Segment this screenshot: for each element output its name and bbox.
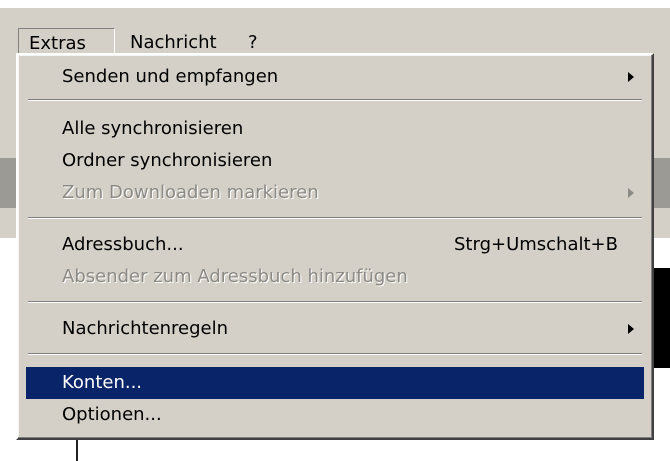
menu-item-senden-empfangen[interactable]: Senden und empfangen — [26, 61, 644, 93]
extras-dropdown-menu: Senden und empfangen Alle synchronisiere… — [16, 53, 654, 440]
menu-item-shortcut: Strg+Umschalt+B — [454, 234, 618, 255]
menu-item-nachrichtenregeln[interactable]: Nachrichtenregeln — [26, 313, 644, 345]
menu-item-konten[interactable]: Konten... — [26, 367, 644, 399]
menu-item-optionen[interactable]: Optionen... — [26, 399, 644, 431]
menu-item-label: Ordner synchronisieren — [62, 150, 273, 171]
menu-separator — [28, 99, 642, 101]
menu-separator — [28, 353, 642, 355]
menu-item-label: Zum Downloaden markieren — [62, 182, 319, 203]
menu-separator — [28, 217, 642, 219]
menu-separator — [28, 301, 642, 303]
menu-item-label: Senden und empfangen — [62, 66, 279, 87]
menu-item-ordner-synchronisieren[interactable]: Ordner synchronisieren — [26, 145, 644, 177]
menu-item-label: Optionen... — [62, 404, 162, 425]
text-cursor — [76, 438, 78, 461]
menu-item-label: Absender zum Adressbuch hinzufügen — [62, 266, 408, 287]
submenu-arrow-icon — [628, 324, 634, 334]
menu-item-adressbuch[interactable]: Adressbuch... Strg+Umschalt+B — [26, 229, 644, 261]
menu-item-absender-hinzufuegen: Absender zum Adressbuch hinzufügen — [26, 261, 644, 293]
menu-item-label: Alle synchronisieren — [62, 118, 244, 139]
submenu-arrow-icon — [628, 72, 634, 82]
menu-item-alle-synchronisieren[interactable]: Alle synchronisieren — [26, 113, 644, 145]
submenu-arrow-icon — [628, 188, 634, 198]
menu-item-label: Adressbuch... — [62, 234, 184, 255]
menu-item-zum-downloaden-markieren: Zum Downloaden markieren — [26, 177, 644, 209]
menu-item-label: Konten... — [62, 372, 143, 393]
menu-item-label: Nachrichtenregeln — [62, 318, 229, 339]
